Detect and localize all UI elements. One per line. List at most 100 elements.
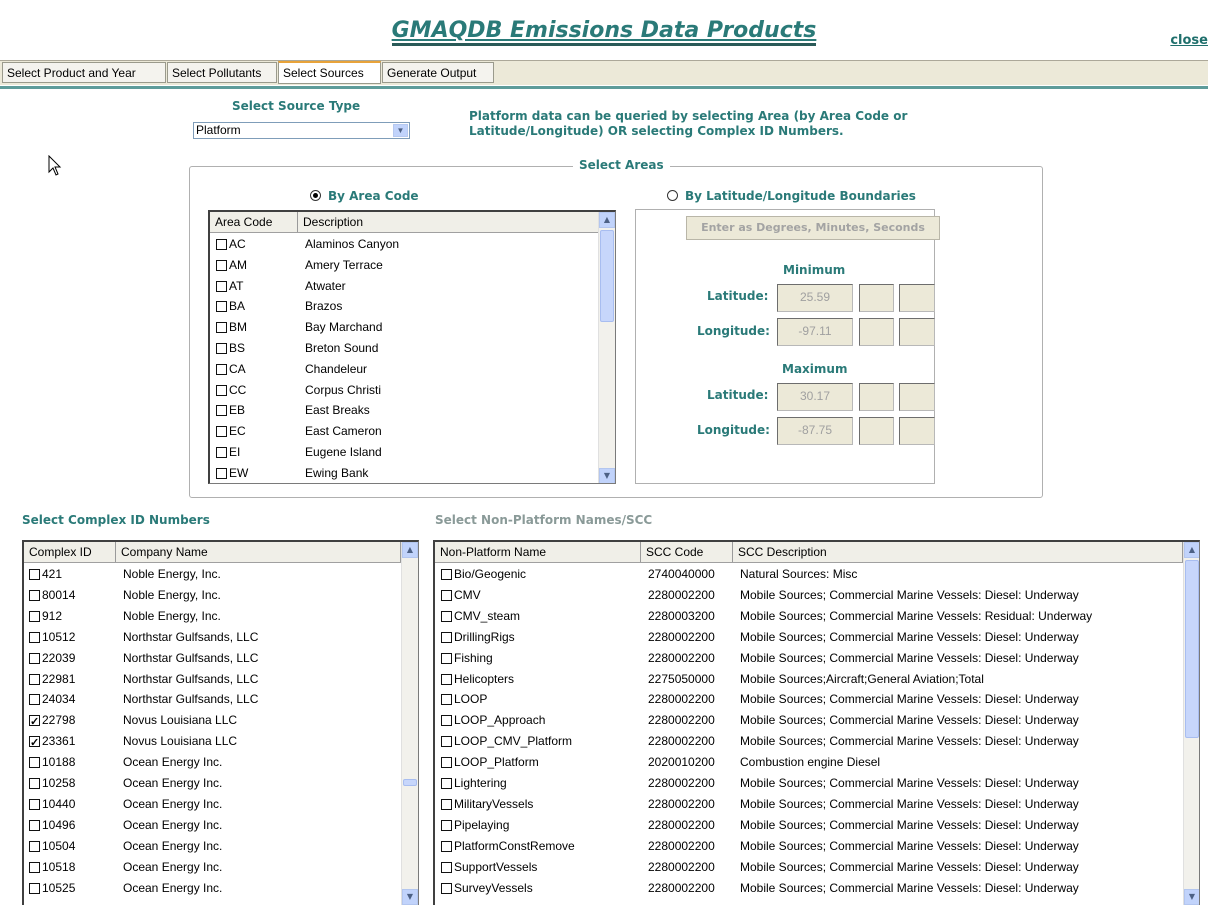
checkbox-icon[interactable] (216, 426, 227, 438)
complex-row[interactable]: 10518 Ocean Energy Inc. (24, 857, 400, 878)
checkbox-icon[interactable] (29, 882, 40, 894)
nonplatform-row[interactable]: LOOP_Approach 2280002200 Mobile Sources; C… (435, 710, 1183, 731)
nonplatform-row[interactable]: SupportVessels 2280002200 Mobile Sources; … (435, 857, 1183, 878)
checkbox-icon[interactable] (216, 343, 227, 354)
checkbox-icon[interactable] (216, 239, 227, 250)
complex-row[interactable]: 10440 Ocean Energy Inc. (24, 794, 400, 815)
column-header-company-name[interactable]: Company Name (116, 542, 401, 562)
nonplatform-row[interactable]: Helicopters 2275050000 Mobile Sources;Airc… (435, 669, 1183, 690)
max-latitude-field[interactable]: 30.17 (777, 383, 853, 411)
column-header-scc-description[interactable]: SCC Description (733, 542, 1183, 562)
max-longitude-seconds-field[interactable] (899, 417, 935, 445)
checkbox-icon[interactable] (441, 819, 452, 831)
column-header-nonplatform-name[interactable]: Non-Platform Name (435, 542, 641, 562)
checkbox-icon[interactable] (216, 322, 227, 334)
area-code-row[interactable]: BM Bay Marchand (210, 317, 598, 338)
nonplatform-row[interactable]: Bio/Geogenic 2740040000 Natural Sources: M… (435, 564, 1183, 585)
checkbox-icon[interactable] (441, 569, 452, 580)
checkbox-icon[interactable] (441, 882, 452, 894)
scroll-thumb[interactable] (1185, 560, 1199, 738)
checkbox-icon[interactable] (29, 631, 40, 643)
area-code-row[interactable]: EC East Cameron (210, 421, 598, 442)
nonplatform-row[interactable]: PlatformConstRemove 2280002200 Mobile Sour… (435, 836, 1183, 857)
min-longitude-seconds-field[interactable] (899, 318, 935, 346)
tab-select-pollutants[interactable]: Select Pollutants (167, 62, 277, 83)
scroll-down-icon[interactable]: ▼ (599, 468, 615, 483)
complex-row[interactable]: 10504 Ocean Energy Inc. (24, 836, 400, 857)
scroll-down-icon[interactable]: ▼ (1184, 889, 1199, 905)
nonplatform-row[interactable]: DrillingRigs 2280002200 Mobile Sources; Co… (435, 627, 1183, 648)
by-area-code-option[interactable]: By Area Code (310, 189, 419, 203)
nonplatform-row[interactable]: LOOP_CMV_Platform 2280002200 Mobile Source… (435, 731, 1183, 752)
checkbox-icon[interactable] (29, 694, 40, 706)
nonplatform-grid-scrollbar[interactable]: ▲ ▼ (1183, 542, 1199, 905)
complex-row[interactable]: 24034 Northstar Gulfsands, LLC (24, 689, 400, 710)
tab-select-sources[interactable]: Select Sources (278, 61, 381, 84)
column-header-complex-id[interactable]: Complex ID (24, 542, 116, 562)
complex-row[interactable]: 10525 Ocean Energy Inc. (24, 878, 400, 899)
checkbox-icon[interactable] (441, 631, 452, 643)
checkbox-icon[interactable] (441, 736, 452, 748)
checkbox-icon[interactable] (216, 280, 227, 292)
checkbox-icon[interactable] (441, 673, 452, 685)
area-code-grid[interactable]: Area Code Description AC Alaminos Canyon A… (208, 210, 616, 484)
area-code-row[interactable]: BA Brazos (210, 296, 598, 317)
scroll-down-icon[interactable]: ▼ (402, 889, 418, 905)
checkbox-icon[interactable] (441, 778, 452, 789)
checkbox-icon[interactable] (441, 610, 452, 622)
checkbox-icon[interactable] (441, 589, 452, 601)
checkbox-icon[interactable] (29, 569, 40, 580)
tab-generate-output[interactable]: Generate Output (382, 62, 494, 83)
nonplatform-row[interactable]: CMV 2280002200 Mobile Sources; Commercial … (435, 585, 1183, 606)
max-longitude-field[interactable]: -87.75 (777, 417, 853, 445)
checkbox-icon[interactable] (29, 652, 40, 664)
checkbox-icon[interactable] (441, 652, 452, 664)
complex-row[interactable]: 22798 Novus Louisiana LLC (24, 710, 400, 731)
checkbox-checked-icon[interactable] (29, 733, 40, 752)
checkbox-icon[interactable] (441, 694, 452, 706)
complex-row[interactable]: 23361 Novus Louisiana LLC (24, 731, 400, 752)
area-code-row[interactable]: AT Atwater (210, 276, 598, 297)
source-type-select[interactable]: Platform ▼ (193, 122, 410, 139)
scroll-up-icon[interactable]: ▲ (402, 542, 418, 558)
min-latitude-seconds-field[interactable] (899, 284, 935, 312)
complex-row[interactable]: 10512 Northstar Gulfsands, LLC (24, 627, 400, 648)
area-code-row[interactable]: BS Breton Sound (210, 338, 598, 359)
checkbox-icon[interactable] (441, 840, 452, 852)
complex-row[interactable]: 22039 Northstar Gulfsands, LLC (24, 648, 400, 669)
nonplatform-row[interactable]: MilitaryVessels 2280002200 Mobile Sources;… (435, 794, 1183, 815)
area-code-row[interactable]: EW Ewing Bank (210, 463, 598, 483)
max-latitude-minutes-field[interactable] (859, 383, 894, 411)
tab-select-product-and-year[interactable]: Select Product and Year (2, 62, 166, 83)
min-latitude-field[interactable]: 25.59 (777, 284, 853, 312)
checkbox-icon[interactable] (216, 467, 227, 479)
min-longitude-minutes-field[interactable] (859, 318, 894, 346)
checkbox-icon[interactable] (216, 363, 227, 375)
max-longitude-minutes-field[interactable] (859, 417, 894, 445)
checkbox-icon[interactable] (29, 673, 40, 685)
checkbox-icon[interactable] (29, 798, 40, 810)
scroll-thumb[interactable] (403, 779, 417, 786)
column-header-scc-code[interactable]: SCC Code (641, 542, 733, 562)
complex-row[interactable]: 10188 Ocean Energy Inc. (24, 752, 400, 773)
checkbox-icon[interactable] (441, 861, 452, 873)
radio-unselected-icon[interactable] (667, 190, 678, 201)
checkbox-icon[interactable] (441, 757, 452, 769)
complex-row[interactable]: 912 Noble Energy, Inc. (24, 606, 400, 627)
scroll-up-icon[interactable]: ▲ (599, 212, 615, 228)
checkbox-icon[interactable] (216, 301, 227, 313)
checkbox-icon[interactable] (29, 757, 40, 769)
checkbox-icon[interactable] (29, 589, 40, 601)
nonplatform-row[interactable]: Pipelaying 2280002200 Mobile Sources; Comm… (435, 815, 1183, 836)
area-code-row[interactable]: AC Alaminos Canyon (210, 234, 598, 255)
checkbox-icon[interactable] (29, 819, 40, 831)
checkbox-icon[interactable] (441, 715, 452, 727)
checkbox-icon[interactable] (216, 447, 227, 458)
checkbox-icon[interactable] (29, 840, 40, 852)
radio-selected-icon[interactable] (310, 190, 321, 201)
nonplatform-row[interactable]: Fishing 2280002200 Mobile Sources; Commerc… (435, 648, 1183, 669)
area-code-row[interactable]: AM Amery Terrace (210, 255, 598, 276)
complex-row[interactable]: 80014 Noble Energy, Inc. (24, 585, 400, 606)
min-latitude-minutes-field[interactable] (859, 284, 894, 312)
area-code-scrollbar[interactable]: ▲ ▼ (598, 212, 615, 483)
